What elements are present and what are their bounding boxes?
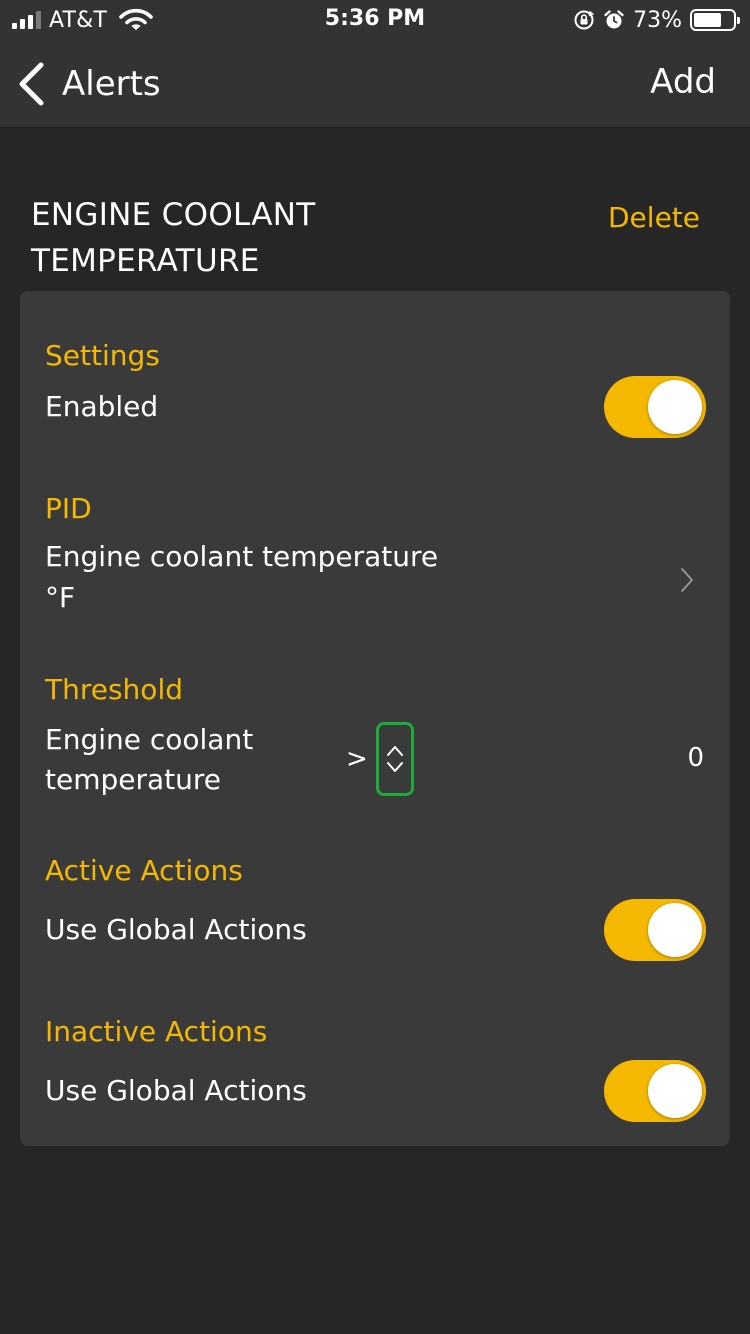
orientation-lock-icon	[574, 10, 595, 30]
back-label: Alerts	[62, 64, 161, 104]
alert-detail-screen: AT&T 5:36 PM 73% Alerts Add ENGINE COOLA…	[0, 0, 750, 1334]
inactive-actions-section-label: Inactive Actions	[45, 1015, 268, 1048]
operator-symbol: >	[346, 744, 368, 774]
pid-name[interactable]: Engine coolant temperature	[45, 537, 438, 577]
enabled-toggle[interactable]	[604, 376, 706, 438]
alert-settings-card: Settings Enabled PID Engine coolant temp…	[20, 291, 730, 1146]
operator-stepper[interactable]	[375, 722, 414, 796]
chevron-right-icon[interactable]	[680, 567, 694, 593]
battery-icon	[690, 9, 740, 31]
active-actions-toggle[interactable]	[604, 899, 706, 961]
alert-title-line1: ENGINE COOLANT	[31, 197, 316, 233]
threshold-value-input[interactable]: 0	[687, 743, 704, 773]
chevron-left-icon	[19, 62, 44, 106]
battery-percent: 73%	[633, 7, 682, 33]
threshold-name-line2: temperature	[45, 763, 221, 796]
threshold-name-line1: Engine coolant	[45, 723, 254, 756]
inactive-actions-option-label: Use Global Actions	[45, 1074, 307, 1107]
pid-section-label: PID	[45, 492, 92, 525]
settings-section-label: Settings	[45, 339, 160, 372]
status-right: 73%	[573, 6, 740, 34]
toggle-knob	[648, 1064, 702, 1118]
active-actions-section-label: Active Actions	[45, 854, 243, 887]
pid-unit[interactable]: °F	[45, 578, 75, 618]
navigation-bar: Alerts Add	[0, 40, 750, 128]
threshold-operator-picker[interactable]: >	[346, 721, 414, 797]
inactive-actions-toggle[interactable]	[604, 1060, 706, 1122]
alert-title-line2: TEMPERATURE	[31, 243, 260, 279]
toggle-knob	[648, 903, 702, 957]
active-actions-option-label: Use Global Actions	[45, 913, 307, 946]
chevron-up-down-icon	[386, 746, 403, 772]
add-button[interactable]: Add	[650, 62, 716, 102]
alarm-icon	[604, 10, 624, 29]
enabled-label: Enabled	[45, 390, 159, 423]
threshold-section-label: Threshold	[45, 673, 183, 706]
back-button[interactable]: Alerts	[16, 58, 161, 110]
alert-title: ENGINE COOLANT TEMPERATURE	[31, 192, 451, 284]
delete-button[interactable]: Delete	[608, 201, 700, 234]
toggle-knob	[648, 380, 702, 434]
status-bar: AT&T 5:36 PM 73%	[0, 0, 750, 40]
